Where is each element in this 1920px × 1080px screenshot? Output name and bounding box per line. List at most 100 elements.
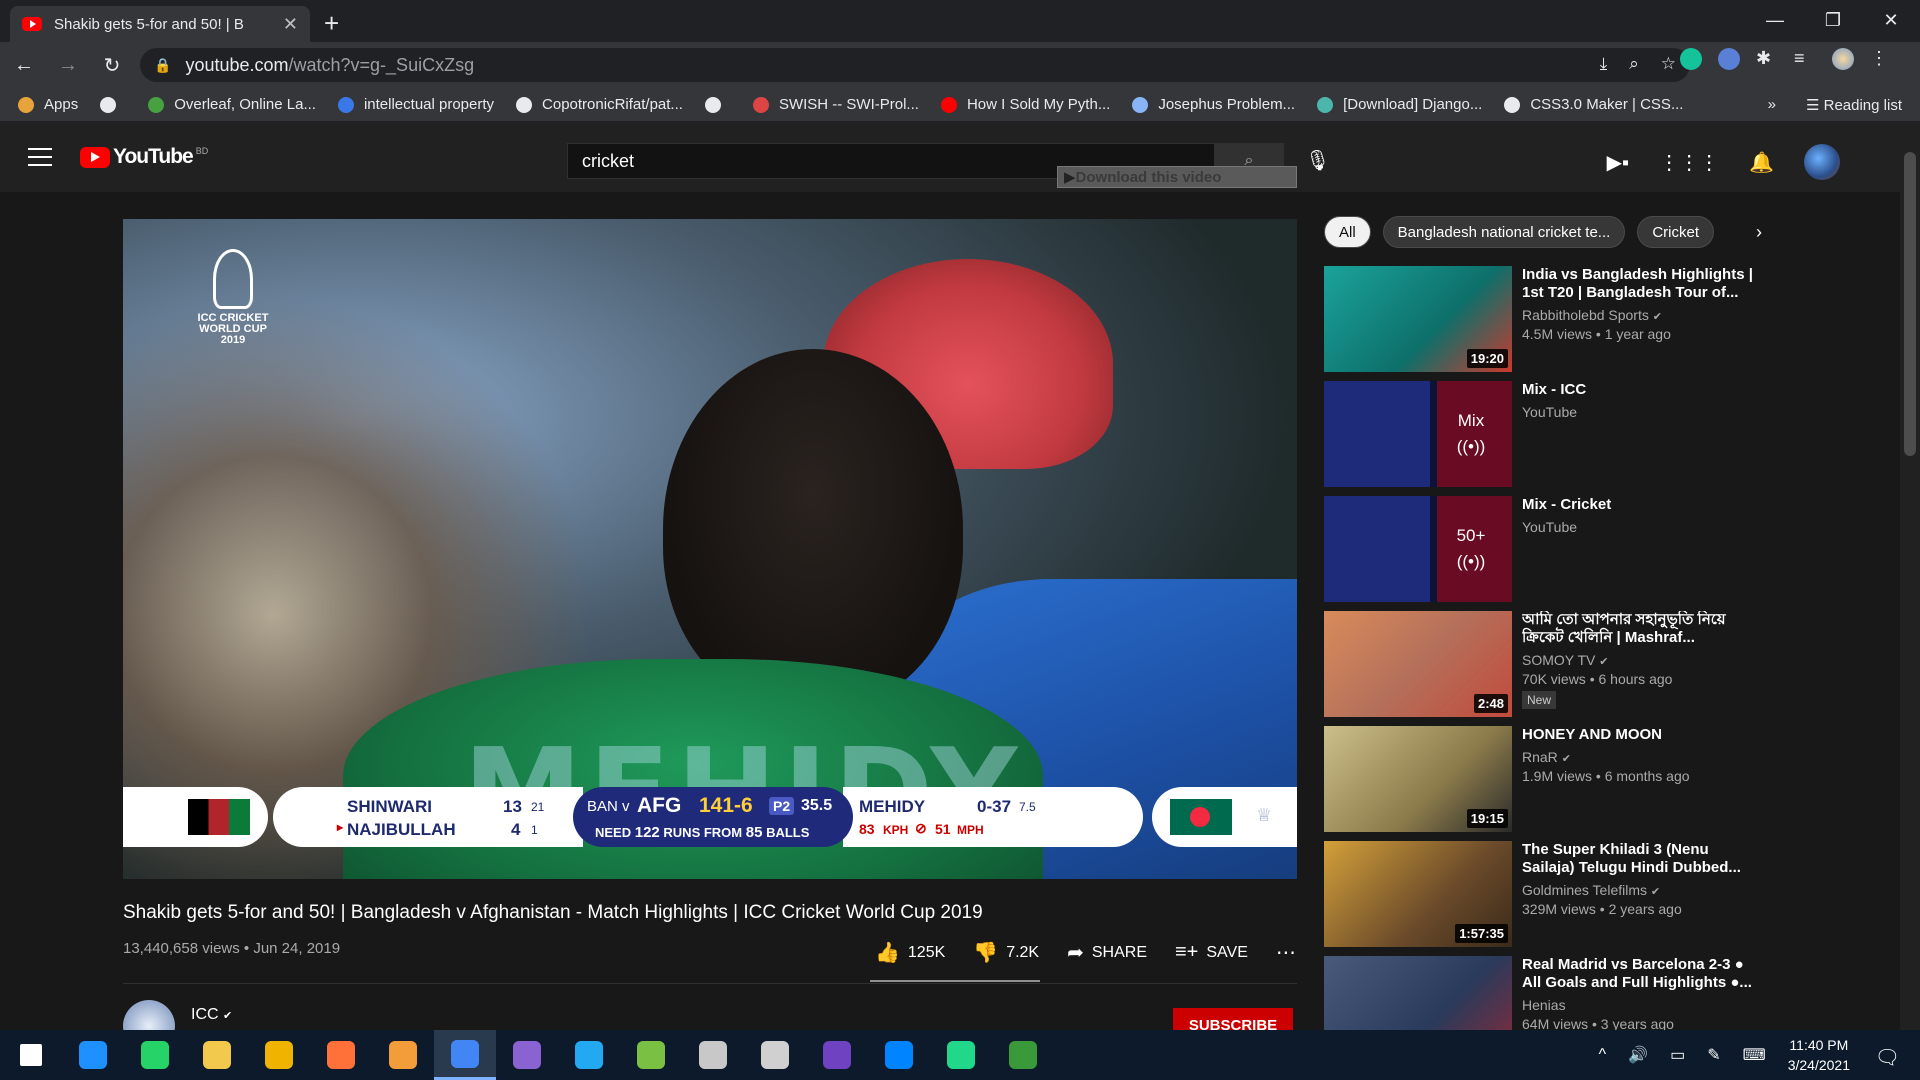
new-tab-icon[interactable]: + xyxy=(324,8,339,39)
recommended-channel[interactable]: YouTube xyxy=(1522,519,1762,535)
video-player[interactable]: MEHIDY ICC CRICKET WORLD CUP 2019 SHINWA… xyxy=(123,219,1297,879)
back-icon[interactable]: ← xyxy=(4,45,44,85)
bookmark-item[interactable]: intellectual property xyxy=(337,96,494,113)
taskbar-app[interactable] xyxy=(620,1030,682,1080)
close-tab-icon[interactable]: ✕ xyxy=(283,14,298,35)
menu-kebab-icon[interactable]: ⋮ xyxy=(1870,48,1892,70)
taskbar-app[interactable] xyxy=(744,1030,806,1080)
account-avatar[interactable] xyxy=(1804,144,1840,180)
download-video-button[interactable]: ▶ Download this video xyxy=(1057,166,1297,188)
page-scrollbar[interactable] xyxy=(1900,122,1920,1030)
tray-overflow-icon[interactable]: ^ xyxy=(1599,1046,1607,1064)
taskbar-app[interactable] xyxy=(558,1030,620,1080)
grammarly-icon[interactable] xyxy=(1680,48,1702,70)
bookmark-item[interactable]: Josephus Problem... xyxy=(1132,96,1295,113)
bookmarks-overflow-icon[interactable]: » xyxy=(1768,96,1776,114)
zoom-icon[interactable]: ⌕ xyxy=(1629,54,1639,74)
reload-icon[interactable]: ↻ xyxy=(92,45,132,85)
recommended-channel[interactable]: SOMOY TV ✔ xyxy=(1522,652,1762,668)
recommended-channel[interactable]: Rabbitholebd Sports ✔ xyxy=(1522,307,1762,323)
recommended-title[interactable]: আমি তো আপনার সহানুভূতি নিয়ে ক্রিকেট খেল… xyxy=(1522,611,1762,647)
minimize-icon[interactable]: — xyxy=(1746,0,1804,40)
video-thumbnail[interactable]: Mix ((•)) xyxy=(1324,381,1512,487)
video-thumbnail[interactable]: 19:20 xyxy=(1324,266,1512,372)
save-button[interactable]: ≡+ SAVE xyxy=(1175,941,1248,964)
recommended-video[interactable]: 1:57:35 The Super Khiladi 3 (Nenu Sailaja… xyxy=(1324,841,1824,947)
create-video-icon[interactable]: ▶▪ xyxy=(1607,150,1629,175)
recommended-title[interactable]: India vs Bangladesh Highlights | 1st T20… xyxy=(1522,266,1762,302)
taskbar-app[interactable] xyxy=(868,1030,930,1080)
pen-icon[interactable]: ✎ xyxy=(1707,1045,1720,1065)
recommended-video[interactable]: Mix ((•)) Mix - ICC YouTube xyxy=(1324,381,1824,487)
recommended-video[interactable]: 19:20 India vs Bangladesh Highlights | 1s… xyxy=(1324,266,1824,372)
profile-icon[interactable] xyxy=(1832,48,1854,70)
chips-next-icon[interactable]: › xyxy=(1744,216,1774,248)
reading-list-button[interactable]: ☰ Reading list xyxy=(1806,96,1902,114)
video-thumbnail[interactable]: 50+ ((•)) xyxy=(1324,496,1512,602)
video-thumbnail[interactable]: 2:48 xyxy=(1324,611,1512,717)
filter-chip[interactable]: Bangladesh national cricket te... xyxy=(1382,216,1626,248)
taskbar-app[interactable] xyxy=(496,1030,558,1080)
video-thumbnail[interactable]: 19:15 xyxy=(1324,726,1512,832)
bookmark-item[interactable]: Apps xyxy=(18,96,78,113)
bookmark-item[interactable] xyxy=(100,96,126,113)
notifications-icon[interactable]: 🗨 xyxy=(1875,1045,1900,1070)
recommended-channel[interactable]: Henias xyxy=(1522,997,1762,1013)
share-button[interactable]: ➦ SHARE xyxy=(1067,940,1147,965)
recommended-channel[interactable]: Goldmines Telefilms ✔ xyxy=(1522,882,1762,898)
recommended-video[interactable]: 50+ ((•)) Mix - Cricket YouTube xyxy=(1324,496,1824,602)
bookmark-item[interactable]: Overleaf, Online La... xyxy=(148,96,316,113)
filter-chip[interactable]: Cricket xyxy=(1637,216,1714,248)
bookmark-item[interactable]: How I Sold My Pyth... xyxy=(940,96,1110,113)
restore-icon[interactable]: ❐ xyxy=(1804,0,1862,40)
taskbar-app[interactable] xyxy=(434,1030,496,1080)
recommended-title[interactable]: HONEY AND MOON xyxy=(1522,726,1762,744)
video-thumbnail[interactable]: 1:57:35 xyxy=(1324,841,1512,947)
window-close-icon[interactable]: ✕ xyxy=(1862,0,1920,40)
taskbar-app[interactable] xyxy=(372,1030,434,1080)
taskbar-app[interactable] xyxy=(930,1030,992,1080)
taskbar-app[interactable] xyxy=(310,1030,372,1080)
microphone-icon[interactable]: 🎙 xyxy=(1305,148,1330,173)
install-icon[interactable]: ⤓ xyxy=(1600,54,1608,74)
puzzle-icon[interactable]: ✱ xyxy=(1756,48,1778,70)
recommended-title[interactable]: Mix - ICC xyxy=(1522,381,1762,399)
scrollbar-thumb[interactable] xyxy=(1904,152,1916,456)
extension-icon[interactable] xyxy=(1718,48,1740,70)
start-button[interactable] xyxy=(0,1030,62,1080)
like-button[interactable]: 👍 125K xyxy=(875,940,945,965)
taskbar-app[interactable] xyxy=(248,1030,310,1080)
filter-chip[interactable]: All xyxy=(1324,216,1371,248)
channel-name[interactable]: ICC ✔ xyxy=(191,1006,232,1024)
bookmark-star-icon[interactable]: ☆ xyxy=(1661,54,1676,74)
clock[interactable]: 11:40 PM 3/24/2021 xyxy=(1788,1035,1850,1075)
taskbar-app[interactable] xyxy=(682,1030,744,1080)
apps-grid-icon[interactable]: ⋮⋮⋮ xyxy=(1659,150,1719,175)
notifications-bell-icon[interactable]: 🔔 xyxy=(1749,150,1774,175)
keyboard-icon[interactable]: ⌨ xyxy=(1743,1045,1766,1065)
taskbar-app[interactable] xyxy=(124,1030,186,1080)
more-actions-button[interactable]: ⋯ xyxy=(1276,940,1296,965)
recommended-title[interactable]: Mix - Cricket xyxy=(1522,496,1762,514)
bookmark-item[interactable]: CSS3.0 Maker | CSS... xyxy=(1504,96,1683,113)
recommended-video[interactable]: 2:48 আমি তো আপনার সহানুভূতি নিয়ে ক্রিকেট… xyxy=(1324,611,1824,717)
recommended-channel[interactable]: YouTube xyxy=(1522,404,1762,420)
address-bar[interactable]: 🔒 youtube.com /watch?v=g-_SuiCxZsg ⤓ ⌕ ☆ xyxy=(140,48,1690,82)
taskbar-app[interactable] xyxy=(62,1030,124,1080)
bookmark-item[interactable] xyxy=(704,96,731,113)
recommended-channel[interactable]: RnaR ✔ xyxy=(1522,749,1762,765)
recommended-title[interactable]: The Super Khiladi 3 (Nenu Sailaja) Telug… xyxy=(1522,841,1762,877)
taskbar-app[interactable] xyxy=(806,1030,868,1080)
youtube-logo[interactable]: YouTube BD xyxy=(80,145,208,169)
recommended-video[interactable]: 19:15 HONEY AND MOON RnaR ✔ 1.9M views • 6 … xyxy=(1324,726,1824,832)
bookmark-item[interactable]: CopotronicRifat/pat... xyxy=(516,96,683,113)
bookmark-item[interactable]: SWISH -- SWI-Prol... xyxy=(752,96,919,113)
recommended-title[interactable]: Real Madrid vs Barcelona 2-3 ● All Goals… xyxy=(1522,956,1762,992)
browser-tab[interactable]: Shakib gets 5-for and 50! | B ✕ xyxy=(10,6,310,42)
taskbar-app[interactable] xyxy=(186,1030,248,1080)
taskbar-app[interactable] xyxy=(992,1030,1054,1080)
volume-icon[interactable]: 🔊 xyxy=(1628,1045,1648,1065)
dislike-button[interactable]: 👎 7.2K xyxy=(973,940,1039,965)
display-icon[interactable]: ▭ xyxy=(1670,1045,1685,1065)
menu-icon[interactable] xyxy=(28,148,52,166)
